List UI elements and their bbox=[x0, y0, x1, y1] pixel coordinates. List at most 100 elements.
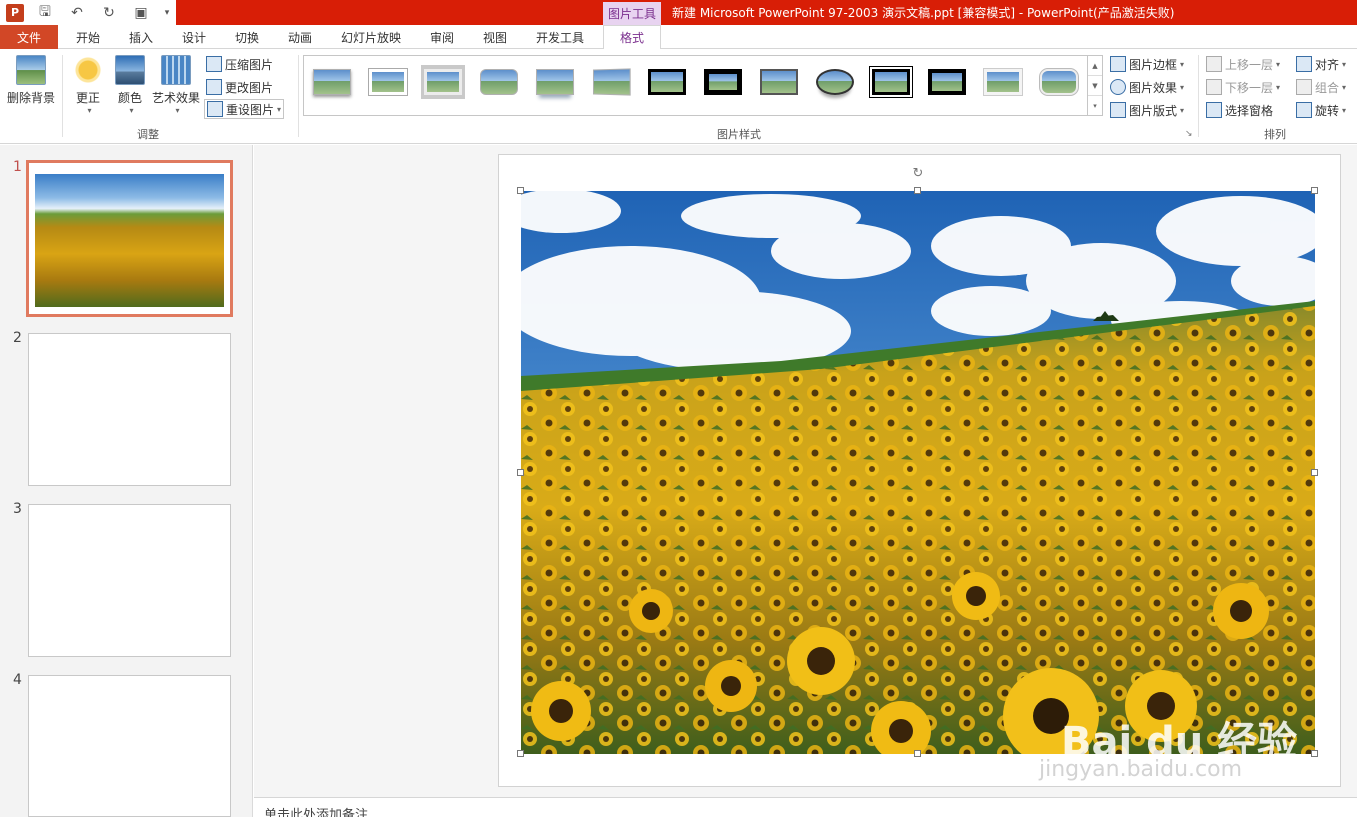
artistic-effects-button[interactable]: 艺术效果 ▾ bbox=[150, 55, 202, 115]
tab-home[interactable]: 开始 bbox=[66, 25, 110, 49]
divider bbox=[62, 55, 63, 137]
ribbon-tabs: 文件 开始 插入 设计 切换 动画 幻灯片放映 审阅 视图 开发工具 格式 bbox=[0, 25, 1357, 50]
sunflower-thumbnail-image bbox=[35, 174, 224, 307]
color-button[interactable]: 颜色 ▾ bbox=[112, 55, 148, 115]
resize-handle[interactable] bbox=[517, 187, 524, 194]
send-backward-button[interactable]: 下移一层 ▾ bbox=[1206, 77, 1280, 97]
rotate-label: 旋转 bbox=[1315, 103, 1340, 118]
picture-layout-button[interactable]: 图片版式 ▾ bbox=[1110, 100, 1184, 120]
tab-view[interactable]: 视图 bbox=[474, 25, 516, 49]
bring-forward-icon bbox=[1206, 56, 1222, 72]
dialog-launcher-icon[interactable]: ↘ bbox=[1185, 129, 1193, 139]
sun-icon bbox=[73, 55, 103, 85]
remove-background-button[interactable]: 删除背景 bbox=[4, 55, 58, 106]
send-backward-label: 下移一层 bbox=[1225, 80, 1274, 95]
slide-thumbnail[interactable] bbox=[28, 504, 231, 657]
picture-layout-icon bbox=[1110, 102, 1126, 118]
tab-design[interactable]: 设计 bbox=[172, 25, 216, 49]
tab-animations[interactable]: 动画 bbox=[278, 25, 322, 49]
style-thumbnail[interactable] bbox=[310, 65, 354, 99]
style-thumbnail[interactable] bbox=[366, 65, 410, 99]
change-picture-icon bbox=[206, 79, 222, 95]
rotate-icon bbox=[1296, 102, 1312, 118]
redo-icon[interactable]: ↻ bbox=[98, 3, 120, 23]
tab-file[interactable]: 文件 bbox=[0, 25, 58, 49]
style-thumbnail[interactable] bbox=[757, 65, 801, 99]
reset-picture-button[interactable]: 重设图片 ▾ bbox=[204, 99, 285, 119]
rotate-handle-icon[interactable]: ↻ bbox=[911, 167, 925, 181]
style-thumbnail[interactable] bbox=[701, 65, 745, 99]
resize-handle[interactable] bbox=[1311, 469, 1318, 476]
chevron-down-icon: ▾ bbox=[277, 104, 282, 114]
rotate-button[interactable]: 旋转 ▾ bbox=[1296, 100, 1346, 120]
corrections-button[interactable]: 更正 ▾ bbox=[70, 55, 106, 115]
resize-handle[interactable] bbox=[914, 750, 921, 757]
style-thumbnail[interactable] bbox=[421, 65, 465, 99]
divider bbox=[298, 55, 299, 137]
remove-background-label: 删除背景 bbox=[6, 91, 55, 105]
picture-border-icon bbox=[1110, 56, 1126, 72]
slide-number: 3 bbox=[13, 501, 22, 517]
style-thumbnail[interactable] bbox=[813, 65, 857, 99]
style-thumbnail[interactable] bbox=[981, 65, 1025, 99]
slide-thumbnails-panel: 1 2 3 4 bbox=[0, 145, 253, 817]
tab-slideshow[interactable]: 幻灯片放映 bbox=[334, 25, 408, 49]
resize-handle[interactable] bbox=[914, 187, 921, 194]
chevron-down-icon: ▾ bbox=[175, 106, 180, 115]
gallery-more-icon[interactable]: ▾ bbox=[1088, 96, 1102, 115]
tab-insert[interactable]: 插入 bbox=[120, 25, 162, 49]
remove-background-icon bbox=[16, 55, 46, 85]
picture-effects-button[interactable]: 图片效果 ▾ bbox=[1110, 77, 1184, 97]
customize-qat-icon[interactable]: ▾ bbox=[162, 3, 172, 23]
style-thumbnail[interactable] bbox=[869, 65, 913, 99]
resize-handle[interactable] bbox=[1311, 750, 1318, 757]
gallery-up-icon[interactable]: ▲ bbox=[1088, 56, 1102, 76]
bring-forward-button[interactable]: 上移一层 ▾ bbox=[1206, 54, 1280, 74]
slide-number: 2 bbox=[13, 330, 22, 346]
tab-developer[interactable]: 开发工具 bbox=[528, 25, 592, 49]
style-thumbnail[interactable] bbox=[477, 65, 521, 99]
reset-picture-label: 重设图片 bbox=[226, 102, 275, 117]
tab-review[interactable]: 审阅 bbox=[420, 25, 464, 49]
undo-icon[interactable]: ↶ bbox=[66, 3, 88, 23]
notes-pane[interactable]: 单击此处添加备注 bbox=[254, 797, 1357, 817]
style-thumbnail[interactable] bbox=[589, 65, 633, 99]
change-picture-button[interactable]: 更改图片 bbox=[206, 77, 273, 97]
style-thumbnail[interactable] bbox=[533, 65, 577, 99]
align-button[interactable]: 对齐 ▾ bbox=[1296, 54, 1346, 74]
group-label-adjust: 调整 bbox=[137, 128, 159, 141]
style-thumbnail[interactable] bbox=[645, 65, 689, 99]
tab-transitions[interactable]: 切换 bbox=[226, 25, 268, 49]
gallery-down-icon[interactable]: ▼ bbox=[1088, 76, 1102, 96]
slide-thumbnail[interactable] bbox=[28, 675, 231, 817]
resize-handle[interactable] bbox=[517, 469, 524, 476]
compress-pictures-button[interactable]: 压缩图片 bbox=[206, 54, 273, 74]
slide-thumbnail[interactable] bbox=[28, 333, 231, 486]
picture-effects-label: 图片效果 bbox=[1129, 80, 1178, 95]
style-thumbnail[interactable] bbox=[1037, 65, 1081, 99]
resize-handle[interactable] bbox=[1311, 187, 1318, 194]
picture-border-button[interactable]: 图片边框 ▾ bbox=[1110, 54, 1184, 74]
compress-label: 压缩图片 bbox=[225, 57, 274, 72]
chevron-down-icon: ▾ bbox=[129, 106, 134, 115]
style-thumbnail[interactable] bbox=[925, 65, 969, 99]
group-label-picture-styles: 图片样式 bbox=[717, 128, 761, 141]
slide-editor: ↻ Bai du 经验 jingyan.baidu.com bbox=[254, 145, 1357, 797]
save-icon[interactable]: 🖫 bbox=[34, 3, 56, 23]
reset-picture-icon bbox=[207, 101, 223, 117]
group-icon bbox=[1296, 79, 1312, 95]
chevron-down-icon: ▾ bbox=[87, 106, 92, 115]
selection-pane-button[interactable]: 选择窗格 bbox=[1206, 100, 1273, 120]
slideshow-from-start-icon[interactable]: ▣ bbox=[130, 3, 152, 23]
chevron-down-icon: ▾ bbox=[1180, 59, 1185, 69]
chevron-down-icon: ▾ bbox=[1342, 59, 1347, 69]
powerpoint-logo-icon[interactable]: P bbox=[6, 3, 24, 22]
resize-handle[interactable] bbox=[517, 750, 524, 757]
slide-thumbnail[interactable] bbox=[26, 160, 233, 317]
sunflower-picture[interactable]: Bai du 经验 bbox=[521, 191, 1315, 754]
artistic-effects-label: 艺术效果 bbox=[151, 91, 200, 105]
quick-access-toolbar: P 🖫 ↶ ↻ ▣ ▾ bbox=[0, 0, 176, 25]
tab-format[interactable]: 格式 bbox=[603, 25, 661, 50]
group-button[interactable]: 组合 ▾ bbox=[1296, 77, 1346, 97]
artistic-effects-icon bbox=[161, 55, 191, 85]
